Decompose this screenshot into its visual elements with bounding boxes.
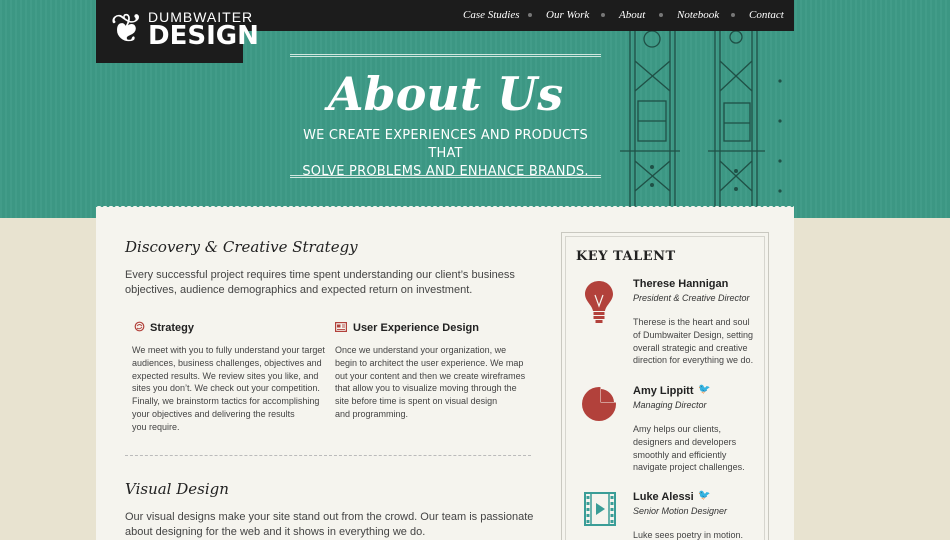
text-line: audiences, business challenges, objectiv… — [132, 357, 322, 368]
wireframe-icon — [335, 322, 347, 332]
talent-name: Amy Lippitt — [633, 385, 694, 397]
text-line: expected results. We review sites you li… — [132, 370, 319, 381]
nav-notebook[interactable]: Notebook — [677, 8, 719, 22]
film-strip-icon — [584, 492, 616, 526]
bio-line: of Dumbwaiter Design, setting — [633, 329, 754, 340]
bio-line: navigate project challenges. — [633, 462, 745, 473]
bio-line: Therese is the heart and soul — [633, 317, 750, 327]
pie-chart-icon — [582, 386, 617, 421]
intro-line: objectives, audience demographics and ex… — [125, 284, 473, 296]
text-line: begin to architect the user experience. … — [335, 357, 524, 368]
hero-tagline: WE CREATE EXPERIENCES AND PRODUCTS THAT … — [290, 127, 601, 181]
logo-text-main: DESIGN — [148, 21, 259, 51]
nav-separator — [601, 13, 605, 17]
brain-icon — [134, 321, 145, 332]
page-title: About Us — [327, 67, 564, 121]
nav-separator — [659, 13, 663, 17]
section-heading-visual: Visual Design — [125, 480, 229, 498]
text-line: site before time is spent on visual desi… — [335, 396, 498, 407]
twitter-bird-icon[interactable]: 🐦 — [698, 491, 710, 501]
bio-line: designers and developers — [633, 436, 737, 447]
lightbulb-icon — [585, 281, 613, 323]
nav-separator — [528, 13, 532, 17]
bio-line: Amy helps our clients, — [633, 424, 722, 434]
section-heading-discovery: Discovery & Creative Strategy — [125, 238, 358, 256]
text-line: We meet with you to fully understand you… — [132, 345, 325, 355]
strategy-text: We meet with you to fully understand you… — [132, 344, 325, 434]
key-talent-title: KEY TALENT — [576, 249, 676, 264]
bio-line: overall strategic and creative — [633, 342, 748, 353]
talent-role: Managing Director — [633, 400, 707, 410]
section-divider — [125, 455, 531, 456]
intro-line: Every successful project requires time s… — [125, 269, 515, 281]
nav-contact[interactable]: Contact — [749, 8, 784, 22]
text-line: your objectives and delivering the resul… — [132, 408, 295, 419]
tagline-line: WE CREATE EXPERIENCES AND PRODUCTS THAT — [303, 128, 588, 161]
intro-line: about designing for the web and it shows… — [125, 526, 426, 538]
discovery-intro: Every successful project requires time s… — [125, 268, 515, 298]
strategy-title: Strategy — [150, 322, 195, 334]
intro-line: Our visual designs make your site stand … — [125, 511, 534, 523]
hero-rule-bottom — [290, 175, 601, 178]
text-line: Once we understand your organization, we — [335, 345, 507, 355]
text-line: Finally, we brainstorm tactics for accom… — [132, 396, 320, 407]
elevator-illustration — [620, 31, 782, 207]
nav-our-work[interactable]: Our Work — [546, 8, 589, 22]
nav-separator — [731, 13, 735, 17]
talent-name: Luke Alessi — [633, 491, 694, 503]
visual-intro: Our visual designs make your site stand … — [125, 510, 533, 540]
text-line: that allow you to visualize moving throu… — [335, 383, 517, 394]
talent-name: Therese Hannigan — [633, 278, 729, 290]
nav-case-studies[interactable]: Case Studies — [463, 8, 520, 22]
talent-bio: Amy helps our clients, designers and dev… — [633, 423, 758, 474]
ux-title: User Experience Design — [353, 322, 479, 334]
ux-text: Once we understand your organization, we… — [335, 344, 525, 421]
hero-rule-top — [290, 54, 601, 57]
tagline-line: SOLVE PROBLEMS AND ENHANCE BRANDS. — [302, 164, 589, 179]
talent-bio: Luke sees poetry in motion. — [633, 529, 758, 540]
main-nav: Case Studies Our Work About Notebook Con… — [0, 8, 950, 24]
bio-line: smoothly and efficiently — [633, 449, 727, 460]
talent-role: Senior Motion Designer — [633, 506, 728, 516]
bio-line: Luke sees poetry in motion. — [633, 530, 744, 540]
text-line: sites you don’t. We check out your compe… — [132, 383, 320, 394]
twitter-bird-icon[interactable]: 🐦 — [698, 385, 710, 395]
talent-bio: Therese is the heart and soul of Dumbwai… — [633, 316, 758, 367]
text-line: you require. — [132, 421, 180, 432]
text-line: out your content and then we create wire… — [335, 370, 526, 381]
talent-role: President & Creative Director — [633, 293, 750, 303]
nav-about[interactable]: About — [619, 8, 645, 22]
bio-line: direction for everything we do. — [633, 355, 754, 366]
text-line: and programming. — [335, 408, 409, 419]
